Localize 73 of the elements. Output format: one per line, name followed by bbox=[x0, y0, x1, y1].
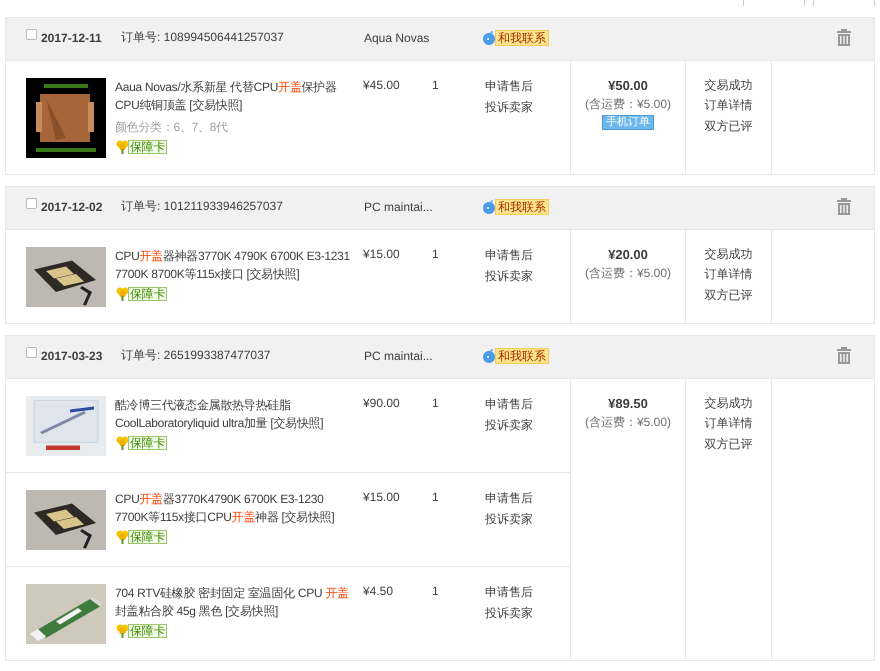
order-status: 交易成功 bbox=[704, 77, 752, 93]
checkbox[interactable] bbox=[26, 347, 37, 358]
product-title[interactable]: Aaua Novas/水系新星 代替CPU开盖保护器 CPU纯铜顶盖 [交易快照] bbox=[115, 78, 357, 114]
flower-icon bbox=[115, 529, 129, 544]
flower-icon bbox=[115, 435, 129, 450]
contact-seller-link[interactable]: 和我联系 bbox=[495, 30, 549, 46]
action-link[interactable]: 投诉卖家 bbox=[485, 99, 562, 116]
delete-icon bbox=[836, 29, 852, 46]
quantity: 1 bbox=[432, 247, 440, 263]
checkbox[interactable] bbox=[26, 198, 37, 209]
action-link[interactable]: 投诉卖家 bbox=[485, 605, 562, 622]
status-link[interactable]: 订单详情 bbox=[704, 97, 752, 114]
shop-link[interactable]: Aqua Novas bbox=[364, 30, 482, 44]
status-link[interactable]: 双方已评 bbox=[704, 287, 752, 304]
unit-price: ¥90.00 bbox=[362, 396, 401, 412]
action-link[interactable]: 申请售后 bbox=[485, 490, 562, 507]
action-link[interactable]: 投诉卖家 bbox=[485, 417, 562, 434]
order-total: ¥50.00 bbox=[608, 77, 648, 95]
shipping-note: (含运费：¥5.00) bbox=[584, 414, 672, 431]
status-link[interactable]: 订单详情 bbox=[704, 415, 752, 432]
product-title[interactable]: 704 RTV硅橡胶 密封固定 室温固化 CPU 开盖 封盖粘合胶 45g 黑色 [交易快照] bbox=[115, 584, 357, 620]
delete-icon bbox=[836, 198, 852, 215]
action-link[interactable]: 申请售后 bbox=[485, 78, 562, 95]
flower-icon bbox=[115, 139, 129, 154]
quantity: 1 bbox=[432, 490, 440, 506]
product-title[interactable]: CPU开盖器神器3770K 4790K 6700K E3-1231 7700K 8700K等115x接口 [交易快照] bbox=[115, 247, 357, 283]
action-link[interactable]: 申请售后 bbox=[485, 396, 562, 413]
delete-icon bbox=[836, 347, 852, 364]
order-total: ¥89.50 bbox=[608, 395, 648, 413]
chat-bubble-icon bbox=[482, 200, 498, 214]
contact-seller-link[interactable]: 和我联系 bbox=[495, 348, 549, 364]
status-link[interactable]: 双方已评 bbox=[704, 436, 752, 453]
contact-seller-link[interactable]: 和我联系 bbox=[495, 198, 549, 214]
unit-price: ¥15.00 bbox=[362, 247, 401, 263]
order-date: 2017-03-23 bbox=[41, 348, 104, 362]
guarantee-card-label[interactable]: 保障卡 bbox=[128, 286, 168, 300]
action-link[interactable]: 申请售后 bbox=[485, 584, 562, 601]
unit-price: ¥15.00 bbox=[362, 490, 401, 506]
shop-link[interactable]: PC maintai... bbox=[364, 200, 482, 214]
checkbox[interactable] bbox=[26, 29, 37, 40]
chat-bubble-icon bbox=[482, 30, 498, 44]
status-link[interactable]: 双方已评 bbox=[704, 118, 752, 135]
order-date: 2017-12-02 bbox=[41, 200, 104, 214]
quantity: 1 bbox=[432, 584, 440, 600]
guarantee-card-label[interactable]: 保障卡 bbox=[128, 436, 168, 450]
order-number: 订单号: 108994506441257037 bbox=[121, 29, 285, 46]
quantity: 1 bbox=[432, 396, 440, 412]
mobile-order-tag: 手机订单 bbox=[602, 115, 654, 130]
action-link[interactable]: 投诉卖家 bbox=[485, 511, 562, 528]
shipping-note: (含运费：¥5.00) bbox=[584, 96, 672, 113]
order-total: ¥20.00 bbox=[608, 246, 648, 264]
order-number: 订单号: 101211933946257037 bbox=[121, 198, 284, 215]
action-link[interactable]: 申请售后 bbox=[485, 247, 562, 264]
quantity: 1 bbox=[432, 78, 440, 94]
order-status: 交易成功 bbox=[704, 395, 752, 411]
flower-icon bbox=[115, 286, 129, 301]
shop-link[interactable]: PC maintai... bbox=[364, 348, 482, 362]
product-title[interactable]: CPU开盖器3770K4790K 6700K E3-1230 7700K等115x接口CPU开盖神器 [交易快照] bbox=[115, 490, 357, 526]
product-variant: 颜色分类：6、7、8代 bbox=[115, 119, 229, 136]
unit-price: ¥4.50 bbox=[362, 584, 394, 600]
order-number: 订单号: 2651993387477037 bbox=[121, 347, 272, 364]
guarantee-card-label[interactable]: 保障卡 bbox=[128, 140, 168, 154]
guarantee-card-label[interactable]: 保障卡 bbox=[128, 530, 168, 544]
status-link[interactable]: 订单详情 bbox=[704, 266, 752, 283]
guarantee-card-label[interactable]: 保障卡 bbox=[128, 624, 168, 638]
order-date: 2017-12-11 bbox=[41, 30, 103, 44]
product-title[interactable]: 酷冷博三代液态金属散热导热硅脂CoolLaboratoryliquid ultra加量 [交易快照] bbox=[115, 396, 357, 432]
order-status: 交易成功 bbox=[704, 246, 752, 262]
unit-price: ¥45.00 bbox=[362, 78, 401, 94]
action-link[interactable]: 投诉卖家 bbox=[485, 268, 562, 285]
shipping-note: (含运费：¥5.00) bbox=[584, 265, 672, 282]
chat-bubble-icon bbox=[482, 348, 498, 362]
flower-icon bbox=[115, 623, 129, 638]
